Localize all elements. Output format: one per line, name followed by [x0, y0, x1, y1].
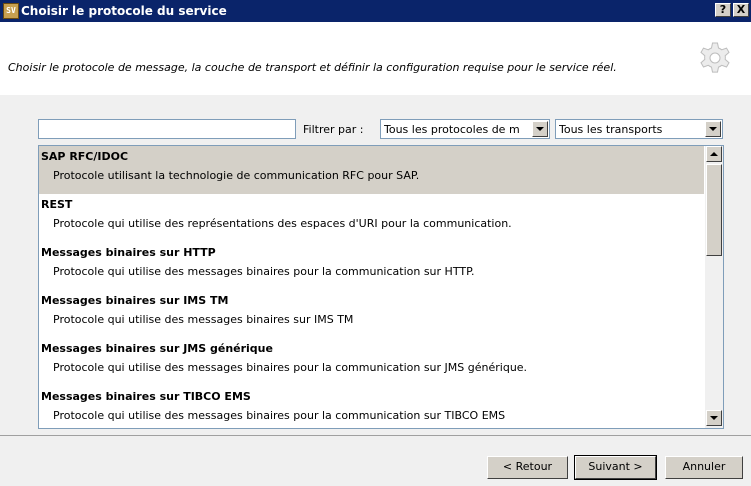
- vertical-scrollbar[interactable]: [705, 146, 723, 428]
- protocol-description: Protocole qui utilise des messages binai…: [53, 361, 528, 374]
- protocol-description: Protocole qui utilise des messages binai…: [53, 313, 354, 326]
- close-button[interactable]: X: [733, 3, 749, 17]
- protocol-list-items: SAP RFC/IDOC Protocole utilisant la techn…: [39, 146, 704, 428]
- dialog-footer: < Retour Suivant > Annuler: [0, 435, 751, 486]
- filter-label: Filtrer par :: [303, 123, 364, 136]
- window-title: Choisir le protocole du service: [21, 4, 227, 18]
- protocol-list-item[interactable]: SAP RFC/IDOC Protocole utilisant la techn…: [39, 146, 704, 194]
- protocol-description: Protocole qui utilise des représentation…: [53, 217, 512, 230]
- scrollbar-thumb[interactable]: [706, 164, 722, 256]
- back-button[interactable]: < Retour: [487, 456, 568, 479]
- protocol-list-item[interactable]: Messages binaires sur IMS TM Protocole qu…: [39, 290, 704, 338]
- protocol-name: Messages binaires sur JMS générique: [41, 342, 273, 355]
- chevron-down-icon: [536, 127, 544, 131]
- search-input[interactable]: [38, 119, 296, 139]
- title-bar: SV Choisir le protocole du service ? X: [0, 0, 751, 22]
- protocol-list[interactable]: SAP RFC/IDOC Protocole utilisant la techn…: [38, 145, 724, 429]
- protocol-name: Messages binaires sur HTTP: [41, 246, 216, 259]
- protocol-filter-select[interactable]: Tous les protocoles de m: [380, 119, 550, 139]
- protocol-name: SAP RFC/IDOC: [41, 150, 129, 163]
- protocol-name: Messages binaires sur IMS TM: [41, 294, 229, 307]
- scroll-down-button[interactable]: [706, 410, 722, 426]
- chevron-down-icon: [709, 127, 717, 131]
- transport-filter-select[interactable]: Tous les transports: [555, 119, 723, 139]
- protocol-filter-dropdown-button[interactable]: [532, 121, 548, 137]
- next-button[interactable]: Suivant >: [574, 455, 657, 480]
- protocol-list-item[interactable]: Messages binaires sur TIBCO EMS Protocole…: [39, 386, 704, 428]
- content-panel: Filtrer par : Tous les protocoles de m T…: [0, 95, 751, 435]
- transport-filter-dropdown-button[interactable]: [705, 121, 721, 137]
- protocol-description: Protocole qui utilise des messages binai…: [53, 409, 506, 422]
- chevron-up-icon: [710, 152, 718, 156]
- protocol-name: REST: [41, 198, 73, 211]
- protocol-description: Protocole qui utilise des messages binai…: [53, 265, 475, 278]
- gear-icon: [700, 42, 730, 73]
- protocol-list-item[interactable]: Messages binaires sur JMS générique Proto…: [39, 338, 704, 386]
- protocol-name: Messages binaires sur TIBCO EMS: [41, 390, 251, 403]
- protocol-description: Protocole utilisant la technologie de co…: [53, 169, 420, 182]
- app-icon: SV: [3, 3, 19, 19]
- scroll-up-button[interactable]: [706, 146, 722, 162]
- header-description: Choisir le protocole de message, la couc…: [8, 61, 617, 74]
- dialog-header: Choisir le protocole de message, la couc…: [0, 22, 751, 95]
- protocol-filter-value: Tous les protocoles de m: [384, 123, 520, 136]
- protocol-list-item[interactable]: REST Protocole qui utilise des représenta…: [39, 194, 704, 242]
- cancel-button[interactable]: Annuler: [665, 456, 743, 479]
- help-button[interactable]: ?: [715, 3, 731, 17]
- transport-filter-value: Tous les transports: [559, 123, 663, 136]
- chevron-down-icon: [710, 416, 718, 420]
- protocol-list-item[interactable]: Messages binaires sur HTTP Protocole qui …: [39, 242, 704, 290]
